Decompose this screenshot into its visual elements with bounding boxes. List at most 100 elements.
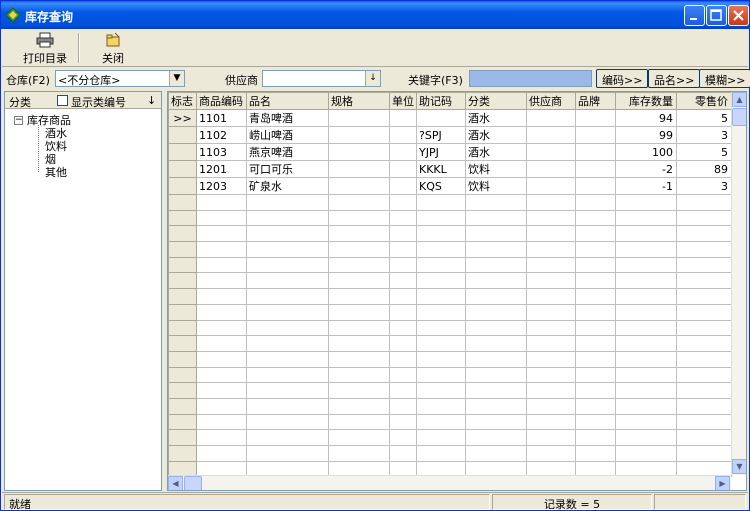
table-row[interactable]	[168, 382, 732, 399]
close-button[interactable]: 关闭	[94, 31, 132, 65]
row-indicator[interactable]	[168, 366, 197, 384]
table-cell[interactable]	[328, 303, 390, 321]
column-header[interactable]: 规格	[328, 92, 390, 110]
row-indicator[interactable]	[168, 126, 197, 144]
table-cell[interactable]	[196, 288, 247, 305]
table-cell[interactable]	[328, 241, 390, 258]
table-cell[interactable]	[615, 209, 677, 227]
column-header[interactable]: 助记码	[416, 92, 466, 110]
horizontal-scrollbar[interactable]: ◀ ▶	[168, 475, 731, 490]
table-cell[interactable]	[246, 225, 329, 243]
table-cell[interactable]	[676, 382, 732, 399]
table-cell[interactable]	[676, 194, 732, 211]
close-window-button[interactable]	[728, 5, 749, 26]
table-cell[interactable]	[416, 209, 466, 227]
table-cell[interactable]	[615, 194, 677, 211]
table-cell[interactable]	[575, 177, 616, 195]
supplier-select[interactable]: ↓	[262, 70, 381, 87]
table-cell[interactable]	[676, 209, 732, 227]
table-cell[interactable]	[676, 397, 732, 415]
table-cell[interactable]	[615, 319, 677, 337]
table-cell[interactable]	[526, 366, 576, 384]
scroll-right-icon[interactable]: ▶	[715, 476, 730, 490]
table-cell[interactable]	[416, 397, 466, 415]
tree-item-tobacco[interactable]: 烟	[45, 151, 56, 166]
table-cell[interactable]: 5	[676, 143, 732, 161]
table-cell[interactable]	[575, 303, 616, 321]
table-row[interactable]	[168, 350, 732, 368]
table-cell[interactable]	[676, 303, 732, 321]
table-cell[interactable]	[465, 335, 527, 352]
table-cell[interactable]	[615, 445, 677, 462]
keyword-input[interactable]	[469, 70, 592, 87]
table-cell[interactable]	[389, 126, 417, 144]
table-cell[interactable]	[246, 350, 329, 368]
table-cell[interactable]	[465, 445, 527, 462]
table-row[interactable]: 1103 燕京啤酒 YJPJ 酒水 100 5	[168, 143, 732, 161]
table-cell[interactable]	[246, 241, 329, 258]
table-cell[interactable]	[575, 319, 616, 337]
show-code-checkbox[interactable]	[57, 95, 68, 106]
table-row[interactable]	[168, 256, 732, 274]
table-cell[interactable]	[575, 413, 616, 431]
scroll-down-icon[interactable]: ▼	[732, 459, 746, 474]
table-cell[interactable]	[416, 445, 466, 462]
table-cell[interactable]	[328, 272, 390, 290]
table-row[interactable]: 1201 可口可乐 KKKL 饮料 -2 89	[168, 160, 732, 178]
table-cell[interactable]	[389, 445, 417, 462]
table-cell[interactable]: 99	[615, 126, 677, 144]
minimize-button[interactable]	[684, 5, 705, 26]
table-cell[interactable]	[196, 209, 247, 227]
table-cell[interactable]	[328, 209, 390, 227]
tree-item-root[interactable]: 库存商品	[27, 112, 71, 127]
table-cell[interactable]	[246, 256, 329, 274]
table-cell[interactable]	[246, 194, 329, 211]
table-row[interactable]	[168, 335, 732, 352]
column-header[interactable]: 供应商	[526, 92, 576, 110]
table-cell[interactable]	[615, 256, 677, 274]
table-cell[interactable]	[416, 366, 466, 384]
table-cell[interactable]	[328, 413, 390, 431]
table-cell[interactable]	[416, 429, 466, 446]
table-cell[interactable]	[465, 256, 527, 274]
table-row[interactable]	[168, 413, 732, 431]
table-row[interactable]	[168, 288, 732, 305]
table-cell[interactable]: 酒水	[465, 126, 527, 144]
table-cell[interactable]	[416, 256, 466, 274]
table-cell[interactable]: 1101	[196, 109, 247, 127]
table-cell[interactable]	[615, 225, 677, 243]
table-cell[interactable]	[575, 445, 616, 462]
table-cell[interactable]	[389, 413, 417, 431]
table-cell[interactable]	[676, 319, 732, 337]
row-indicator[interactable]	[168, 225, 197, 243]
table-cell[interactable]	[389, 160, 417, 178]
table-cell[interactable]	[246, 429, 329, 446]
table-cell[interactable]	[465, 350, 527, 368]
table-cell[interactable]	[676, 366, 732, 384]
table-cell[interactable]: 酒水	[465, 143, 527, 161]
table-cell[interactable]	[328, 445, 390, 462]
table-cell[interactable]	[196, 319, 247, 337]
table-cell[interactable]	[615, 241, 677, 258]
table-cell[interactable]: 可口可乐	[246, 160, 329, 178]
table-cell[interactable]: 3	[676, 177, 732, 195]
table-cell[interactable]	[615, 429, 677, 446]
table-cell[interactable]	[526, 109, 576, 127]
table-cell[interactable]	[416, 350, 466, 368]
table-cell[interactable]	[526, 160, 576, 178]
table-cell[interactable]	[575, 109, 616, 127]
column-header[interactable]: 分类	[465, 92, 527, 110]
column-header[interactable]: 零售价	[676, 92, 732, 110]
table-cell[interactable]	[526, 272, 576, 290]
table-cell[interactable]	[465, 241, 527, 258]
table-cell[interactable]	[246, 366, 329, 384]
table-cell[interactable]	[676, 241, 732, 258]
table-cell[interactable]	[196, 225, 247, 243]
table-cell[interactable]	[676, 413, 732, 431]
table-cell[interactable]	[196, 256, 247, 274]
table-row[interactable]	[168, 241, 732, 258]
table-cell[interactable]	[615, 397, 677, 415]
table-cell[interactable]	[328, 382, 390, 399]
table-cell[interactable]	[465, 303, 527, 321]
row-indicator[interactable]	[168, 445, 197, 462]
